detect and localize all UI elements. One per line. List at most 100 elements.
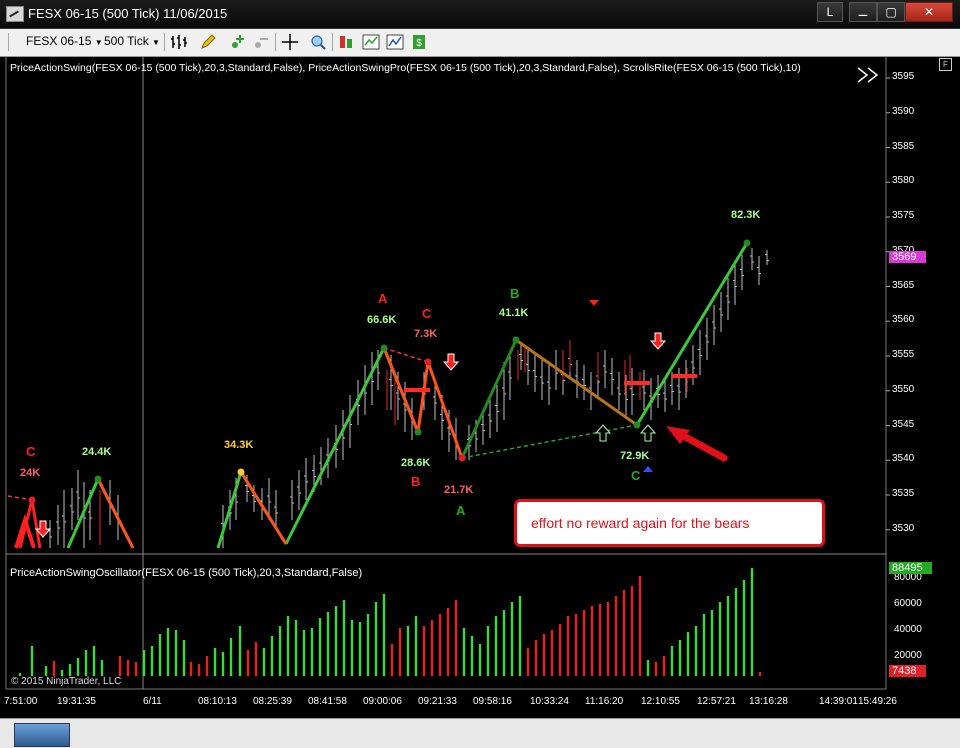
oscillator-bar [718,602,722,676]
swing-point-marker [237,468,245,476]
price-tick-label: 3535 [892,488,915,499]
oscillator-bar [150,646,154,676]
oscillator-bar [614,596,618,676]
trend-line [7,495,33,501]
taskbar [0,718,960,748]
oscillator-bar [758,672,762,676]
price-chart-svg[interactable] [0,57,960,747]
callout-arrow-icon [666,426,728,462]
chevron-down-icon: ▼ [94,38,103,47]
oscillator-bar [710,610,714,676]
oscillator-bar [654,662,658,676]
oscillator-bar [542,634,546,676]
copyright-text: © 2015 NinjaTrader, LLC [11,676,122,687]
link-button[interactable]: L [817,2,843,22]
price-tick-label: 3540 [892,453,915,465]
oscillator-bar [670,646,674,676]
swing-point-marker [380,344,388,352]
oscillator-bar [238,626,242,676]
chart-trader-icon[interactable] [386,33,404,51]
oscillator-bar [598,604,602,676]
oscillator-bar [550,630,554,676]
annotation-callout: effort no reward again for the bears [514,499,825,547]
oscillator-bar [430,620,434,676]
time-tick-label: 09:21:33 [418,696,457,707]
time-tick-label: 15:49:26 [858,696,897,707]
time-tick-label: 08:25:39 [253,696,292,707]
oscillator-bar [182,640,186,676]
time-tick-label: 19:31:35 [57,696,96,707]
oscillator-bar [302,630,306,676]
buy-arrow-icon [594,424,612,442]
fullscreen-icon[interactable]: F [939,58,952,71]
minimize-button[interactable]: ⚊ [849,2,877,22]
swing-line [239,471,288,545]
data-box-icon[interactable]: $ [410,33,428,51]
wave-label: C [26,444,36,459]
price-tick-label: 3545 [892,418,915,430]
oscillator-bar [686,632,690,676]
oscillator-bar [494,616,498,676]
oscillator-bar [702,614,706,676]
swing-level-marker [624,381,650,385]
volume-label: 34.3K [224,439,254,451]
price-tick-label: 3560 [892,314,915,326]
swing-point-marker [512,336,520,344]
oscillator-bar [630,586,634,676]
time-tick-label: 11:16:20 [585,696,624,707]
window-titlebar: FESX 06-15 (500 Tick) 11/06/2015 L ⚊ ▢ ✕ [0,0,960,29]
volume-label: 82.3K [731,209,761,221]
instrument-selector[interactable]: FESX 06-15 ▼ [26,34,103,48]
oscillator-bar [374,602,378,676]
window-title: FESX 06-15 (500 Tick) 11/06/2015 [28,6,228,21]
oscillator-bar [414,616,418,676]
swing-level-marker [404,388,430,392]
wave-label: C [422,306,432,321]
chart-app-icon [6,6,24,22]
oscillator-bar [750,568,754,676]
swing-point-marker [743,239,751,247]
pencil-icon[interactable] [199,33,217,51]
oscillator-bar [446,608,450,676]
oscillator-bar [582,610,586,676]
add-indicator-icon[interactable] [229,33,247,51]
oscillator-bar [246,650,250,676]
volume-label: 21.7K [444,484,474,496]
oscillator-bar [318,618,322,676]
scroll-forward-icon[interactable] [856,66,880,84]
crosshair-icon[interactable] [281,33,299,51]
maximize-button[interactable]: ▢ [877,2,905,22]
volume-label: 41.1K [499,307,529,319]
chart-area[interactable] [0,57,960,747]
chart-style-icon[interactable] [362,33,380,51]
oscillator-bar [406,626,410,676]
oscillator-bar [84,650,88,676]
oscillator-bar [270,636,274,676]
price-indicator-label: PriceActionSwing(FESX 06-15 (500 Tick),2… [10,62,801,74]
toolbar-separator [275,33,276,51]
zoom-icon[interactable] [309,33,327,51]
oscillator-bar [510,602,514,676]
time-tick-label: 12:57:21 [697,696,736,707]
remove-icon[interactable] [252,33,270,51]
interval-selector[interactable]: 500 Tick ▼ [104,34,160,48]
oscillator-bar [76,658,80,676]
swing-line [416,361,464,459]
time-tick-label: 7:51:00 [4,696,38,707]
oscillator-bar [342,600,346,676]
oscillator-bar [638,576,642,676]
signal-triangle-icon [589,300,599,306]
close-button[interactable]: ✕ [905,2,953,22]
callout-text: effort no reward again for the bears [531,515,750,531]
bar-type-icon[interactable] [170,33,188,51]
volume-label: 24K [20,467,41,479]
time-tick-label: 6/11 [143,696,162,707]
oscillator-bars [18,568,762,676]
volume-label: 7.3K [414,328,438,340]
strategy-icon[interactable] [338,33,356,51]
oscillator-bar [694,626,698,676]
oscillator-bar [574,614,578,676]
volume-label: 66.6K [367,314,397,326]
taskbar-thumbnail-icon[interactable] [14,723,70,747]
time-tick-label: 09:58:16 [473,696,512,707]
